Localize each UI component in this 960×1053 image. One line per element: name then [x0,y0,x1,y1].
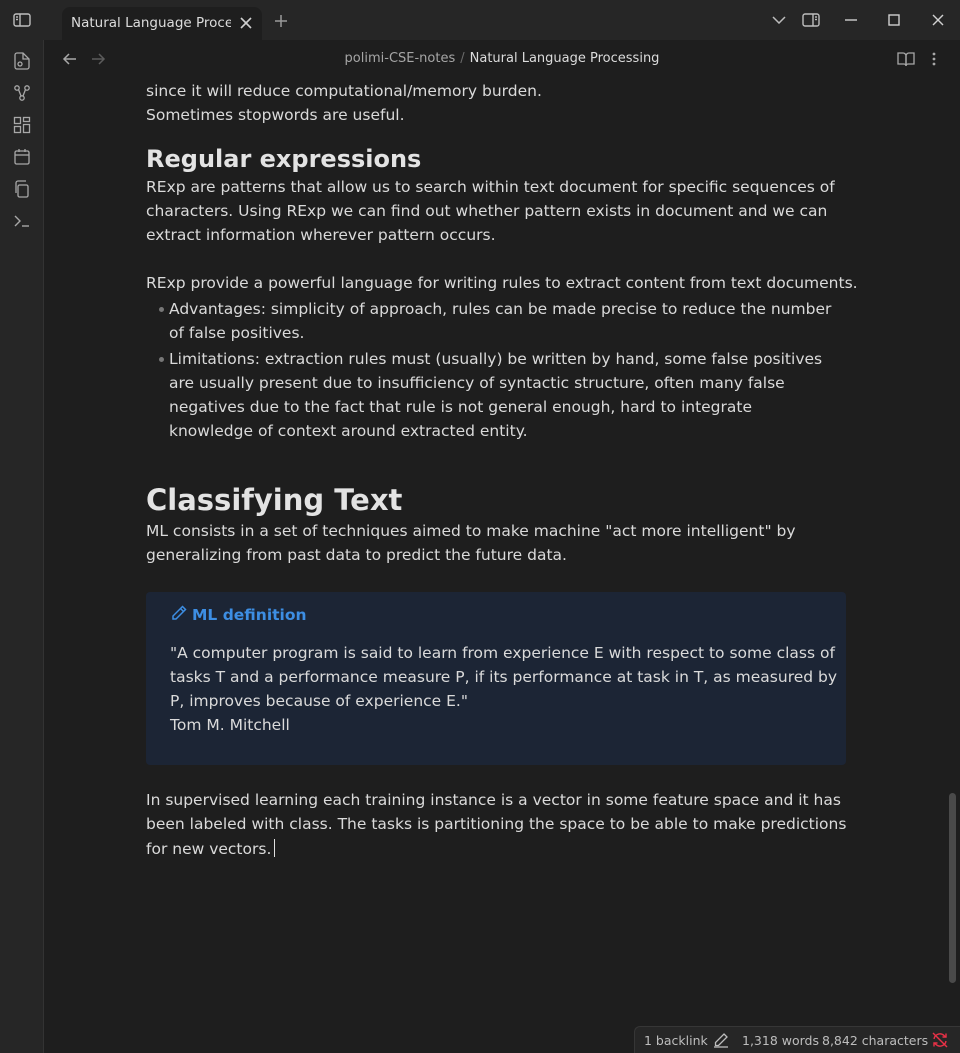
copy-icon[interactable] [12,179,32,199]
supervised-line-3: for new vectors. [146,839,276,858]
backlinks-count[interactable]: 1 backlink [644,1033,708,1048]
chevron-down-icon[interactable] [770,12,788,28]
character-count: 8,842 characters [822,1033,929,1048]
classifying-heading: Classifying Text [146,483,403,517]
title-bar: Natural Language Proce... [0,0,960,40]
word-count: 1,318 words [742,1033,819,1048]
regex-heading: Regular expressions [146,145,422,173]
pencil-icon [170,604,192,626]
sidebar-left-icon[interactable] [12,11,32,29]
pencil-icon[interactable] [713,1032,729,1051]
bullet-dot [159,307,164,312]
breadcrumb-parent[interactable]: polimi-CSE-notes [345,51,456,66]
scrollbar-thumb[interactable] [949,793,956,983]
files-icon[interactable] [12,51,32,71]
callout-author: Tom M. Mitchell [170,716,290,734]
callout-title-text: ML definition [192,606,307,624]
ml-line-2: generalizing from past data to predict t… [146,546,567,564]
book-open-icon[interactable] [897,51,915,67]
regex-para-2: RExp provide a powerful language for wri… [146,274,858,292]
calendar-icon[interactable] [12,147,32,167]
status-bar: 1 backlink 1,318 words 8,842 characters [634,1026,960,1053]
breadcrumb-separator: / [460,51,465,66]
terminal-icon[interactable] [12,211,32,231]
supervised-line-1: In supervised learning each training ins… [146,791,841,809]
intro-line-1: since it will reduce computational/memor… [146,82,542,100]
minimize-icon[interactable] [843,12,859,28]
more-vertical-icon[interactable] [926,51,942,67]
canvas-icon[interactable] [12,115,32,135]
supervised-line-3-text: for new vectors. [146,840,272,858]
regex-para-line-3: extract information wherever pattern occ… [146,226,496,244]
text-cursor [274,839,276,857]
graph-icon[interactable] [12,83,32,103]
ml-line-1: ML consists in a set of techniques aimed… [146,522,796,540]
view-header: polimi-CSE-notes / Natural Language Proces… [44,40,960,78]
supervised-line-2: been labeled with class. The tasks is pa… [146,815,847,833]
callout-body: "A computer program is said to learn fro… [170,641,840,737]
list-item-limitations: Limitations: extraction rules must (usua… [169,350,823,440]
active-tab[interactable]: Natural Language Proce... [62,7,262,40]
intro-line-2: Sometimes stopwords are useful. [146,106,405,124]
callout-quote: "A computer program is said to learn fro… [170,644,838,710]
breadcrumb: polimi-CSE-notes / Natural Language Proces… [44,51,960,66]
sync-off-icon[interactable] [932,1032,948,1051]
plus-icon[interactable] [272,12,290,30]
close-icon[interactable] [930,12,946,28]
callout-title: ML definition [170,604,307,626]
breadcrumb-current[interactable]: Natural Language Processing [470,51,660,66]
tab-title: Natural Language Proce... [71,15,231,31]
close-icon[interactable] [238,15,254,31]
regex-para-line-1: RExp are patterns that allow us to searc… [146,178,835,196]
sidebar-right-icon[interactable] [801,11,821,29]
ml-definition-callout[interactable]: ML definition "A computer program is sai… [146,592,846,765]
regex-para-line-2: characters. Using RExp we can find out w… [146,202,828,220]
maximize-icon[interactable] [886,12,902,28]
bullet-dot [159,357,164,362]
left-ribbon [0,40,44,1053]
list-item-advantages: Advantages: simplicity of approach, rule… [169,300,832,342]
